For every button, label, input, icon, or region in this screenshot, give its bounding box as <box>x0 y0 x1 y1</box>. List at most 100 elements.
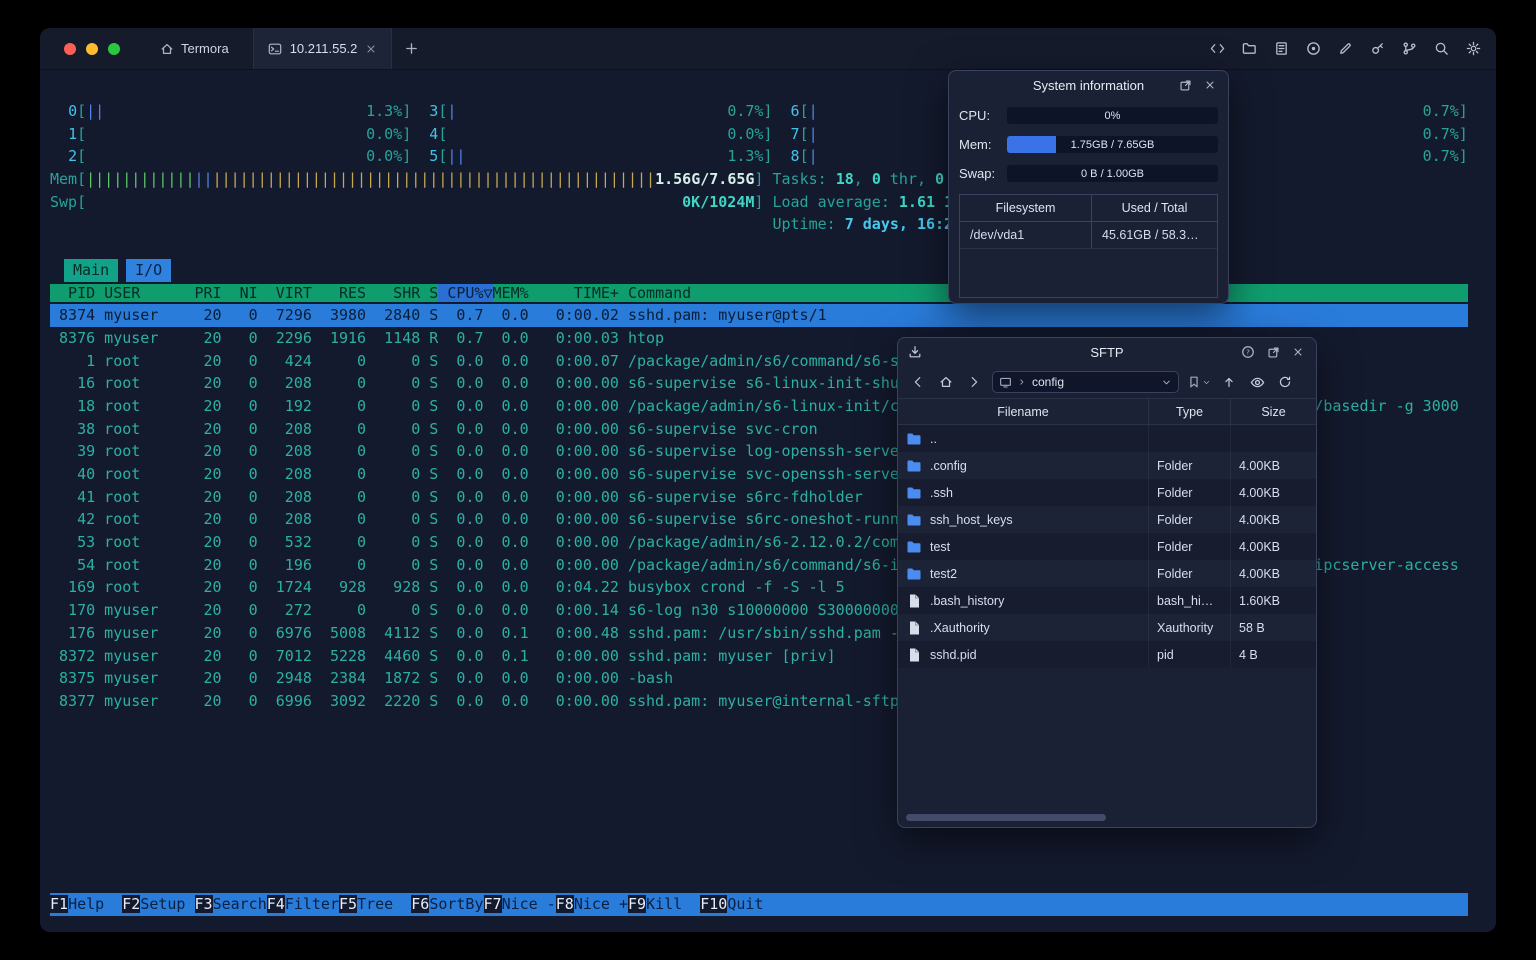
back-icon[interactable] <box>908 372 928 392</box>
traffic-lights <box>64 42 120 55</box>
chevron-down-icon <box>1202 378 1211 387</box>
process-table-header[interactable]: PID USER PRI NI VIRT RES SHR S CPU%▽MEM%… <box>50 282 1468 305</box>
fkey-F4[interactable]: F4Filter <box>266 895 339 914</box>
show-hidden-icon[interactable] <box>1247 372 1267 392</box>
filename-column-header[interactable]: Filename <box>898 399 1149 424</box>
sftp-file-row[interactable]: ssh_host_keys Folder 4.00KB <box>898 506 1316 533</box>
close-tab-icon[interactable] <box>365 43 377 55</box>
file-name: .. <box>930 431 937 446</box>
cpu-meter-line: 2[ 0.0%] 5[|| 1.3%] 8[| 0.7%] <box>68 147 1468 166</box>
close-panel-icon[interactable] <box>1290 344 1306 360</box>
transfers-icon[interactable] <box>908 345 922 359</box>
bookmark-icon <box>1187 375 1201 389</box>
refresh-icon[interactable] <box>1275 372 1295 392</box>
horizontal-scrollbar-thumb[interactable] <box>906 814 1106 821</box>
swap-usage-text: 0 B / 1.00GB <box>1081 167 1144 180</box>
filesystem-name: /dev/vda1 <box>960 222 1092 249</box>
close-panel-icon[interactable] <box>1202 77 1218 93</box>
filesystem-row[interactable]: /dev/vda1 45.61GB / 58.3… <box>960 222 1217 249</box>
system-information-panel: System information CPU: 0% Mem: 1.75GB / 7.… <box>948 70 1229 304</box>
folder-icon <box>906 431 922 447</box>
swap-meter-line: Swp[ 0K/1024M] Load average: 1.61 1.63 1… <box>50 192 1025 211</box>
close-window-button[interactable] <box>64 42 76 55</box>
device-icon <box>999 376 1012 389</box>
process-row-8374[interactable]: 8374 myuser 20 0 7296 3980 2840 S 0.7 0.… <box>50 304 1468 327</box>
fkey-F10[interactable]: F10Quit <box>700 895 781 914</box>
open-in-window-icon[interactable] <box>1265 344 1281 360</box>
cpu-label: CPU: <box>959 108 991 123</box>
fkey-F2[interactable]: F2Setup <box>122 895 194 914</box>
file-size: 4.00KB <box>1239 566 1281 581</box>
search-icon[interactable] <box>1432 40 1450 58</box>
fkey-F8[interactable]: F8Nice + <box>555 895 628 914</box>
sftp-file-row[interactable]: test2 Folder 4.00KB <box>898 560 1316 587</box>
log-icon[interactable] <box>1272 40 1290 58</box>
tab-ssh-session[interactable]: 10.211.55.2 <box>252 28 393 69</box>
sftp-file-row[interactable]: test Folder 4.00KB <box>898 533 1316 560</box>
system-information-titlebar: System information <box>949 71 1228 99</box>
toolbar-icons <box>1208 40 1482 58</box>
file-type <box>1149 425 1231 452</box>
folder-icon <box>906 458 922 474</box>
folder-icon[interactable] <box>1240 40 1258 58</box>
file-name: test <box>930 539 951 554</box>
path-bar[interactable]: config <box>992 371 1179 393</box>
fkey-F5[interactable]: F5Tree <box>339 895 411 914</box>
swap-label: Swap: <box>959 166 996 181</box>
file-type: bash_hi… <box>1149 587 1231 614</box>
help-icon[interactable]: ? <box>1240 344 1256 360</box>
file-size: 58 B <box>1239 620 1265 635</box>
sftp-file-row[interactable]: .config Folder 4.00KB <box>898 452 1316 479</box>
mem-usage-bar: 1.75GB / 7.65GB <box>1007 136 1218 153</box>
titlebar: Termora 10.211.55.2 <box>40 28 1496 70</box>
branch-icon[interactable] <box>1400 40 1418 58</box>
home-directory-icon[interactable] <box>936 372 956 392</box>
memory-meter-line: Mem[||||||||||||||||||||||||||||||||||||… <box>50 170 1089 189</box>
sftp-file-row[interactable]: .bash_history bash_hi… 1.60KB <box>898 587 1316 614</box>
tab-ssh-session-label: 10.211.55.2 <box>289 41 358 56</box>
settings-icon[interactable] <box>1464 40 1482 58</box>
sftp-file-row[interactable]: .. <box>898 425 1316 452</box>
edit-icon[interactable] <box>1336 40 1354 58</box>
new-tab-button[interactable] <box>404 41 419 56</box>
file-name: .ssh <box>930 485 953 500</box>
mem-label: Mem: <box>959 137 992 152</box>
file-size: 4.00KB <box>1239 485 1281 500</box>
sftp-file-row[interactable]: .ssh Folder 4.00KB <box>898 479 1316 506</box>
fkey-F6[interactable]: F6SortBy <box>411 895 484 914</box>
code-icon[interactable] <box>1208 40 1226 58</box>
fkey-F7[interactable]: F7Nice - <box>483 895 556 914</box>
svg-text:?: ? <box>1246 348 1250 357</box>
tab-termora[interactable]: Termora <box>150 28 239 69</box>
fkey-F9[interactable]: F9Kill <box>628 895 700 914</box>
forward-icon[interactable] <box>964 372 984 392</box>
file-size: 4.00KB <box>1239 458 1281 473</box>
sftp-title: SFTP <box>1090 344 1124 360</box>
file-icon <box>906 647 922 663</box>
chevron-right-icon <box>1017 377 1027 387</box>
size-column-header[interactable]: Size <box>1231 399 1316 424</box>
swap-usage-bar: 0 B / 1.00GB <box>1007 165 1218 182</box>
htop-tab-io[interactable]: I/O <box>126 258 172 282</box>
sftp-toolbar: config <box>898 366 1316 398</box>
type-column-header[interactable]: Type <box>1149 399 1231 424</box>
fkey-F3[interactable]: F3Search <box>194 895 267 914</box>
bookmarks-button[interactable] <box>1187 375 1211 389</box>
chevron-down-icon[interactable] <box>1161 377 1172 388</box>
minimize-window-button[interactable] <box>86 42 98 55</box>
fkey-F1[interactable]: F1Help <box>50 895 122 914</box>
file-type: pid <box>1149 641 1231 668</box>
sftp-file-row[interactable]: .Xauthority Xauthority 58 B <box>898 614 1316 641</box>
key-icon[interactable] <box>1368 40 1386 58</box>
file-name: test2 <box>930 566 958 581</box>
sftp-file-row[interactable]: sshd.pid pid 4 B <box>898 641 1316 668</box>
zoom-window-button[interactable] <box>108 42 120 55</box>
file-icon <box>906 620 922 636</box>
open-in-window-icon[interactable] <box>1177 77 1193 93</box>
filesystem-column-header: Filesystem <box>960 195 1092 222</box>
filesystem-table: Filesystem Used / Total /dev/vda1 45.61G… <box>959 194 1218 298</box>
htop-tab-main[interactable]: Main <box>64 258 119 282</box>
parent-directory-icon[interactable] <box>1219 372 1239 392</box>
record-icon[interactable] <box>1304 40 1322 58</box>
cpu-usage-row: CPU: 0% <box>959 107 1218 124</box>
